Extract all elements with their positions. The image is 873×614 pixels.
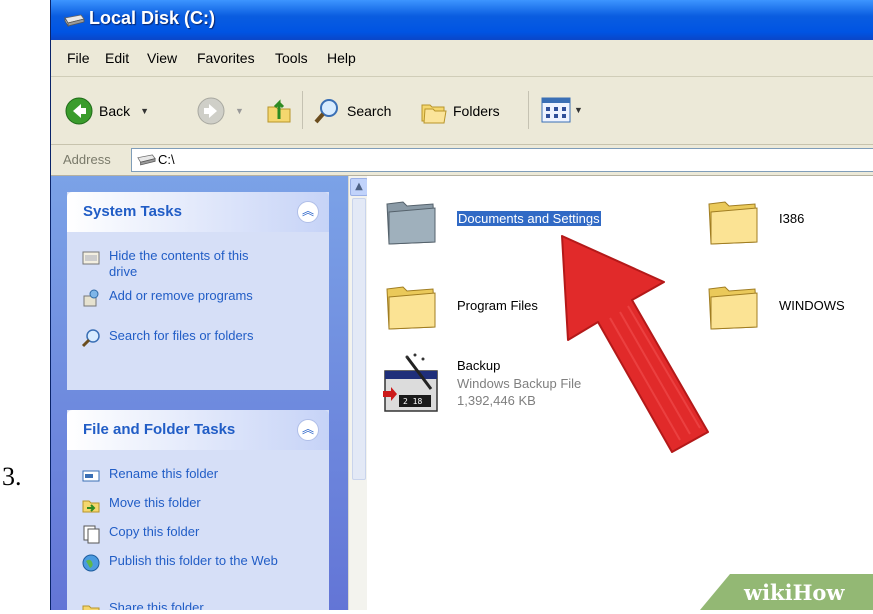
task-label: Publish this folder to the Web xyxy=(109,553,278,568)
collapse-icon[interactable]: ︽ xyxy=(297,201,319,223)
task-rename-folder[interactable]: Rename this folder xyxy=(81,466,279,486)
menu-tools[interactable]: Tools xyxy=(275,50,308,66)
menu-view[interactable]: View xyxy=(147,50,177,66)
folder-icon xyxy=(386,201,436,245)
task-hide-contents[interactable]: Hide the contents of this drive xyxy=(81,248,279,280)
explorer-window: Local Disk (C:) File Edit View Favorites… xyxy=(50,0,873,610)
task-add-remove-programs[interactable]: Add or remove programs xyxy=(81,288,279,308)
globe-icon xyxy=(82,554,100,572)
toolbar-divider xyxy=(302,91,303,129)
folder-label: Program Files xyxy=(457,298,538,313)
wikihow-logo-icon: wikiHow xyxy=(700,574,873,610)
copy-icon xyxy=(83,525,100,544)
vertical-scrollbar[interactable]: ▲ xyxy=(348,176,368,610)
address-bar: Address C:\ xyxy=(51,145,873,176)
collapse-icon[interactable]: ︽ xyxy=(297,419,319,441)
views-button[interactable]: ▼ xyxy=(541,97,583,123)
forward-button[interactable]: ▼ xyxy=(197,97,244,125)
move-folder-icon xyxy=(82,500,100,513)
file-name: Backup xyxy=(457,358,501,373)
search-icon xyxy=(314,99,338,124)
share-folder-icon xyxy=(82,605,100,610)
task-copy-folder[interactable]: Copy this folder xyxy=(81,524,279,544)
file-folder-tasks-panel: File and Folder Tasks ︽ Rename this fold… xyxy=(67,410,329,610)
task-publish-folder[interactable]: Publish this folder to the Web xyxy=(81,553,279,573)
address-value: C:\ xyxy=(158,152,175,167)
forward-dropdown-icon[interactable]: ▼ xyxy=(235,106,244,116)
back-arrow-icon xyxy=(65,97,93,125)
views-icon xyxy=(541,97,571,123)
back-button[interactable]: Back ▼ xyxy=(65,97,149,125)
folder-windows[interactable]: WINDOWS xyxy=(705,279,873,335)
menu-help[interactable]: Help xyxy=(327,50,356,66)
svg-text:wikiHow: wikiHow xyxy=(743,580,845,605)
folders-button[interactable]: Folders xyxy=(419,97,500,125)
folders-label: Folders xyxy=(453,103,500,119)
folder-icon xyxy=(708,286,758,330)
svg-text:2 18: 2 18 xyxy=(403,397,422,406)
back-label: Back xyxy=(99,103,131,119)
file-list: Documents and Settings I386 Program File… xyxy=(367,176,873,610)
window-title: Local Disk (C:) xyxy=(89,8,216,28)
search-icon xyxy=(81,329,100,348)
file-folder-tasks-header[interactable]: File and Folder Tasks ︽ xyxy=(67,410,329,450)
file-backup[interactable]: 2 18 Backup Windows Backup File 1,392,44… xyxy=(377,349,637,429)
system-tasks-title: System Tasks xyxy=(83,203,182,220)
folder-documents-and-settings[interactable]: Documents and Settings xyxy=(383,194,643,250)
folder-program-files[interactable]: Program Files xyxy=(383,279,643,335)
address-label: Address xyxy=(63,152,111,167)
task-pane: System Tasks ︽ Hide the contents of this… xyxy=(51,176,348,610)
scroll-up-icon[interactable]: ▲ xyxy=(350,178,368,196)
toolbar: Back ▼ ▼ Search Folders ▼ xyxy=(51,77,873,145)
menu-bar: File Edit View Favorites Tools Help xyxy=(51,40,873,77)
folder-label: Documents and Settings xyxy=(457,211,601,226)
folder-up-icon xyxy=(267,99,291,123)
system-tasks-panel: System Tasks ︽ Hide the contents of this… xyxy=(67,192,329,390)
task-label: Add or remove programs xyxy=(109,288,253,303)
step-number: 3. xyxy=(2,462,22,491)
task-share-folder[interactable]: Share this folder xyxy=(81,600,279,610)
task-label: Share this folder xyxy=(109,600,204,610)
task-label: Hide the contents of this drive xyxy=(109,248,249,279)
search-button[interactable]: Search xyxy=(313,97,391,125)
wikihow-watermark: wikiHow xyxy=(700,570,873,610)
folders-icon xyxy=(421,104,447,124)
rename-icon xyxy=(82,470,100,482)
file-size: 1,392,446 KB xyxy=(457,393,536,408)
task-label: Search for files or folders xyxy=(109,328,254,343)
add-remove-programs-icon xyxy=(83,289,99,307)
search-label: Search xyxy=(347,103,392,119)
scrollbar-thumb[interactable] xyxy=(352,198,366,480)
task-label: Copy this folder xyxy=(109,524,200,539)
task-move-folder[interactable]: Move this folder xyxy=(81,495,279,515)
folder-i386[interactable]: I386 xyxy=(705,194,865,250)
drive-icon xyxy=(137,154,156,166)
back-dropdown-icon[interactable]: ▼ xyxy=(140,106,149,116)
views-dropdown-icon[interactable]: ▼ xyxy=(574,105,583,115)
up-folder-button[interactable] xyxy=(265,97,293,125)
folder-icon xyxy=(708,201,758,245)
task-search-files[interactable]: Search for files or folders xyxy=(81,328,279,348)
drive-icon xyxy=(64,14,85,27)
title-bar[interactable]: Local Disk (C:) xyxy=(51,0,873,40)
file-type: Windows Backup File xyxy=(457,376,582,391)
address-input[interactable]: C:\ xyxy=(131,148,873,172)
backup-file-icon: 2 18 xyxy=(383,353,438,412)
menu-file[interactable]: File xyxy=(67,50,90,66)
folder-icon xyxy=(386,286,436,330)
menu-favorites[interactable]: Favorites xyxy=(197,50,255,66)
forward-arrow-icon xyxy=(197,97,225,125)
file-folder-tasks-title: File and Folder Tasks xyxy=(83,421,236,438)
folder-label: WINDOWS xyxy=(779,298,845,313)
hide-drive-icon xyxy=(82,251,100,265)
task-label: Rename this folder xyxy=(109,466,219,481)
menu-edit[interactable]: Edit xyxy=(105,50,129,66)
system-tasks-header[interactable]: System Tasks ︽ xyxy=(67,192,329,232)
folder-label: I386 xyxy=(779,211,805,226)
task-label: Move this folder xyxy=(109,495,201,510)
toolbar-divider xyxy=(528,91,529,129)
